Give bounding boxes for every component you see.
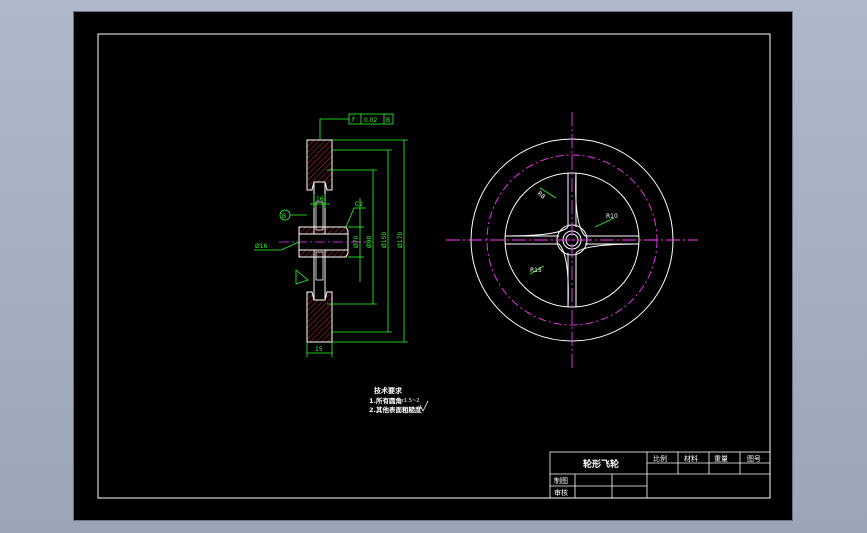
tech-req-line1-note: r1.5~2 (402, 398, 419, 404)
col-weight: 重量 (714, 455, 728, 463)
col-scale: 比例 (653, 454, 667, 463)
tech-requirements: 技术要求 1.所有圆角 r1.5~2 2.其他表面粗糙度 (369, 386, 429, 414)
part-name: 轮形飞轮 (583, 458, 619, 470)
svg-text:B: B (386, 117, 390, 124)
front-dimension-labels: R8 R15 R10 (530, 190, 618, 274)
cad-drawing: f 0.02 B B Ø16 16 C2 15 Ø70 Ø90 Ø150 Ø17… (97, 33, 771, 499)
row-drawn: 制图 (554, 476, 568, 485)
tech-req-line2: 2.其他表面粗糙度 (369, 405, 422, 414)
col-drawing-no: 图号 (747, 455, 761, 463)
svg-text:B: B (282, 213, 286, 220)
svg-text:f: f (352, 116, 355, 124)
front-centerlines (446, 112, 698, 368)
tech-req-line1: 1.所有圆角 (369, 396, 402, 405)
row-checked: 审核 (554, 488, 568, 497)
svg-text:Ø16: Ø16 (255, 243, 268, 250)
svg-text:Ø150: Ø150 (381, 232, 388, 248)
svg-text:Ø170: Ø170 (397, 232, 404, 248)
svg-text:0.02: 0.02 (364, 117, 378, 124)
svg-text:Ø90: Ø90 (366, 235, 373, 248)
drawing-sheet: f 0.02 B B Ø16 16 C2 15 Ø70 Ø90 Ø150 Ø17… (74, 12, 792, 520)
title-block-labels: 轮形飞轮 比例 材料 重量 图号 制图 审核 (554, 454, 761, 497)
svg-text:R15: R15 (530, 267, 542, 274)
svg-text:Ø70: Ø70 (353, 235, 360, 248)
svg-text:R8: R8 (536, 190, 547, 201)
col-material: 材料 (684, 454, 698, 463)
svg-text:R10: R10 (606, 213, 618, 220)
tech-req-heading: 技术要求 (374, 386, 403, 395)
svg-text:C2: C2 (355, 201, 363, 208)
svg-text:15: 15 (315, 346, 323, 353)
svg-text:16: 16 (316, 196, 324, 203)
